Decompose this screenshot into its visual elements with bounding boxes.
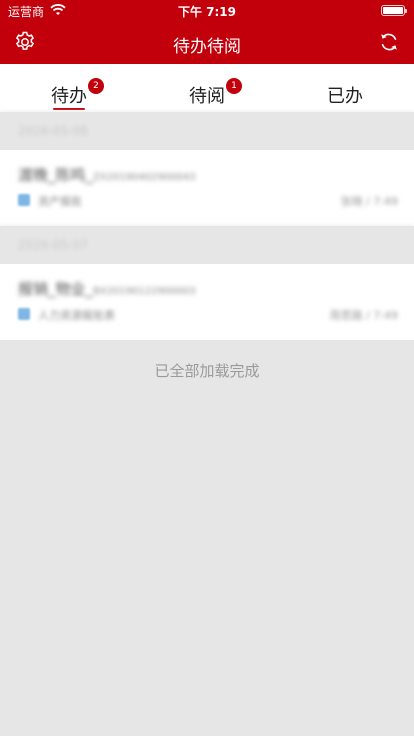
refresh-icon[interactable] [378, 31, 400, 53]
tab-to-read-badge: 1 [226, 78, 242, 94]
list-item[interactable]: 报销_物业_BX20190122900003 人力资源报批表 周思路 / 7:4… [0, 264, 414, 340]
status-bar: 运营商 下午 7:19 [0, 0, 414, 20]
list-item-meta: 周思路 / 7:49 [329, 309, 398, 322]
tab-to-read-label: 待阅 [189, 86, 225, 107]
document-type-icon [18, 308, 30, 320]
list-item-title: 报销_物业_BX20190122900003 [18, 280, 196, 298]
tab-bar: 待办 2 待阅 1 已办 [0, 64, 414, 112]
date-header: 2026-05-07 [0, 226, 414, 264]
list-item-type: 资产报批 [38, 195, 82, 208]
list-item-meta: 张晓 / 7:49 [340, 195, 398, 208]
tab-to-read[interactable]: 待阅 1 [138, 64, 276, 112]
tab-done-label: 已办 [327, 86, 363, 107]
date-header: 2026-05-08 [0, 112, 414, 150]
battery-icon [381, 5, 407, 16]
status-time: 下午 7:19 [177, 5, 237, 19]
tab-todo-label: 待办 [51, 86, 87, 107]
list-item-title: 渡晚_陈鸣_ZX20190402900043 [18, 166, 196, 184]
tab-todo[interactable]: 待办 2 [0, 64, 138, 112]
page-title: 待办待阅 [173, 37, 241, 57]
load-complete-label: 已全部加载完成 [154, 362, 260, 380]
document-type-icon [18, 194, 30, 206]
list-item[interactable]: 渡晚_陈鸣_ZX20190402900043 资产报批 张晓 / 7:49 [0, 150, 414, 226]
tab-done[interactable]: 已办 [276, 64, 414, 112]
tab-todo-badge: 2 [88, 78, 104, 94]
list-item-type: 人力资源报批表 [38, 309, 115, 322]
app-header: 运营商 下午 7:19 待办待阅 [0, 0, 414, 64]
active-tab-indicator [53, 108, 85, 110]
task-list: 2026-05-08 渡晚_陈鸣_ZX20190402900043 资产报批 张… [0, 112, 414, 381]
